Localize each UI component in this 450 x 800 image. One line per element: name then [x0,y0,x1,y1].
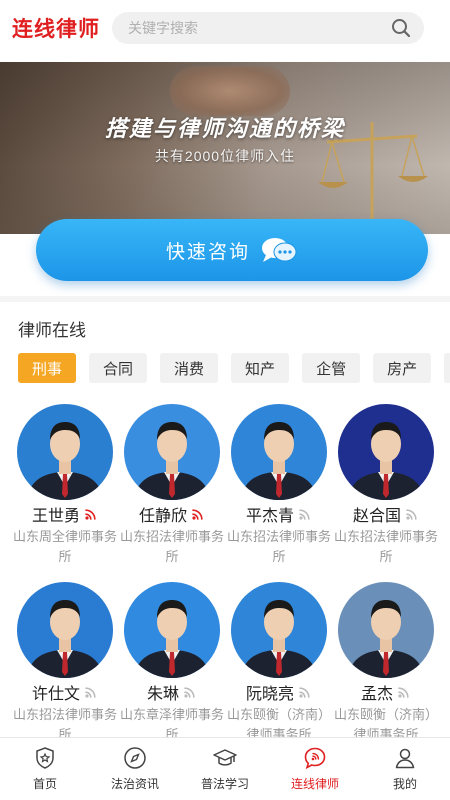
app-title: 连线律师 [12,18,100,41]
quick-consult-label: 快速咨询 [165,241,250,263]
nav-learning-label: 普法学习 [200,777,249,791]
tab-more[interactable] [444,353,450,383]
lawyer-firm: 山东招法律师事务所 [119,529,224,564]
nav-news[interactable]: 法治资讯 [90,738,180,800]
lawyer-card[interactable]: 平杰青 山东招法律师事务所 [224,404,334,567]
search-icon[interactable] [390,17,412,39]
search-input[interactable] [128,20,390,36]
lawyer-name: 朱琳 [146,686,179,703]
user-icon [395,748,415,769]
lawyer-card[interactable]: 孟杰 山东颐衡（济南）律师事务所 [331,582,441,745]
nav-profile[interactable]: 我的 [360,738,450,800]
offline-signal-icon [298,685,312,699]
lawyer-card[interactable]: 阮晓亮 山东颐衡（济南）律师事务所 [224,582,334,745]
nav-home-label: 首页 [32,777,57,791]
offline-signal-icon [183,685,197,699]
nav-home[interactable]: 首页 [0,738,90,800]
nav-lawyers[interactable]: 连线律师 [270,738,360,800]
online-signal-icon [191,507,205,521]
avatar [231,582,327,678]
lawyer-card[interactable]: 朱琳 山东章泽律师事务所 [117,582,227,745]
lawyer-name: 阮晓亮 [245,686,294,703]
offline-signal-icon [298,507,312,521]
quick-consult-button[interactable]: 快速咨询 [36,219,428,281]
tab-criminal[interactable]: 刑事 [18,353,77,383]
lawyer-card[interactable]: 许仕文 山东招法律师事务所 [10,582,120,745]
nav-learning[interactable]: 普法学习 [180,738,270,800]
nav-lawyers-label: 连线律师 [290,777,339,791]
offline-signal-icon [397,685,411,699]
lawyer-name: 任静欣 [138,508,187,525]
tab-consumer[interactable]: 消费 [160,353,219,383]
chat-bubble-icon [262,238,297,262]
lawyer-card[interactable]: 王世勇 山东周全律师事务所 [10,404,120,567]
hero-banner[interactable]: 搭建与律师沟通的桥梁 共有2000位律师入住 [0,62,450,234]
section-title: 律师在线 [18,321,86,340]
top-bar: 连线律师 [0,0,450,56]
banner-subline: 共有2000位律师入住 [154,148,296,164]
avatar [124,582,220,678]
lawyer-firm: 山东招法律师事务所 [333,529,438,564]
nav-news-label: 法治资讯 [110,777,159,791]
handshake-image [170,66,290,116]
lawyer-name: 孟杰 [360,686,393,703]
lawyer-name: 许仕文 [31,686,80,703]
avatar [17,582,113,678]
avatar [17,404,113,500]
lawyer-name: 平杰青 [245,508,294,525]
shield-star-icon [36,747,54,769]
lawyer-firm: 山东周全律师事务所 [12,529,117,564]
avatar [338,582,434,678]
banner-headline: 搭建与律师沟通的桥梁 [104,116,345,142]
tab-contract[interactable]: 合同 [89,353,148,383]
lawyer-firm: 山东招法律师事务所 [226,529,331,564]
graduation-cap-icon [213,749,237,766]
lawyer-name: 王世勇 [31,508,80,525]
lawyer-card[interactable]: 赵合国 山东招法律师事务所 [331,404,441,567]
lawyer-name: 赵合国 [352,508,401,525]
category-tabs: 刑事 合同 消费 知产 企管 房产 [18,353,450,383]
compass-icon [124,747,146,769]
search-bar[interactable] [112,12,424,44]
avatar [124,404,220,500]
offline-signal-icon [84,685,98,699]
tab-property[interactable]: 房产 [373,353,432,383]
tab-enterprise[interactable]: 企管 [302,353,361,383]
lawyer-card[interactable]: 任静欣 山东招法律师事务所 [117,404,227,567]
avatar [231,404,327,500]
avatar [338,404,434,500]
chat-signal-icon [304,747,326,770]
tab-ip[interactable]: 知产 [231,353,290,383]
nav-profile-label: 我的 [392,777,417,791]
bottom-nav: 首页 法治资讯 普法学习 连线律师 我的 [0,737,450,800]
online-signal-icon [84,507,98,521]
section-divider [0,296,450,302]
offline-signal-icon [405,507,419,521]
